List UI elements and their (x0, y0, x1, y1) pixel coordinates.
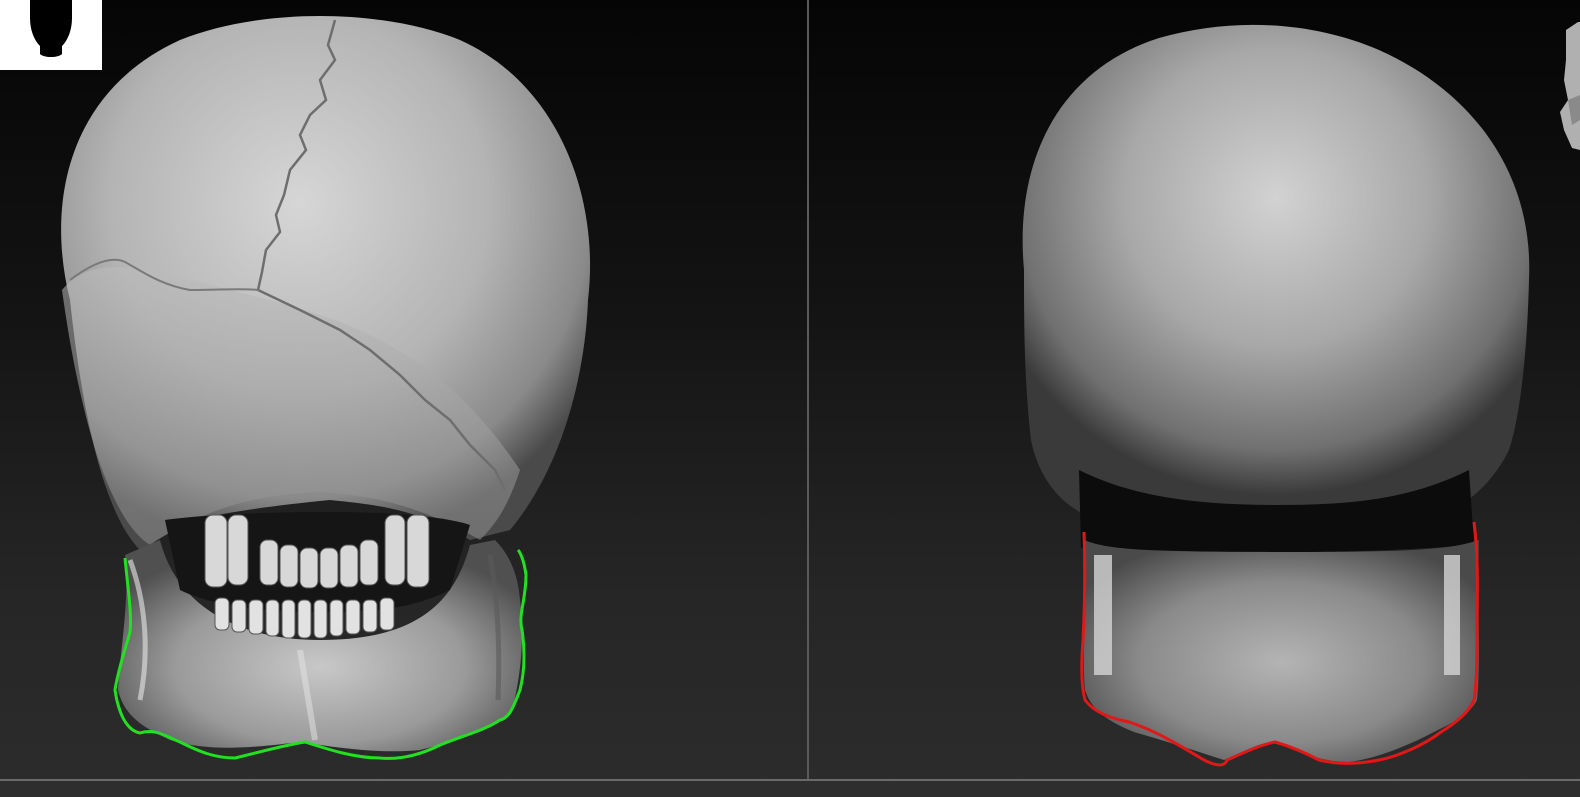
nav-cube-icon[interactable] (1554, 0, 1580, 150)
left-viewport[interactable] (0, 0, 808, 797)
smooth-cranium-shape (1022, 24, 1530, 521)
head-silhouette-icon[interactable] (0, 0, 102, 70)
lower-teeth (214, 597, 395, 639)
bottom-status-strip (0, 781, 1580, 797)
sculpt-app (0, 0, 1580, 797)
detailed-skull-canvas (61, 16, 591, 760)
simplified-skull-canvas (1022, 24, 1530, 767)
right-viewport[interactable] (809, 0, 1580, 797)
